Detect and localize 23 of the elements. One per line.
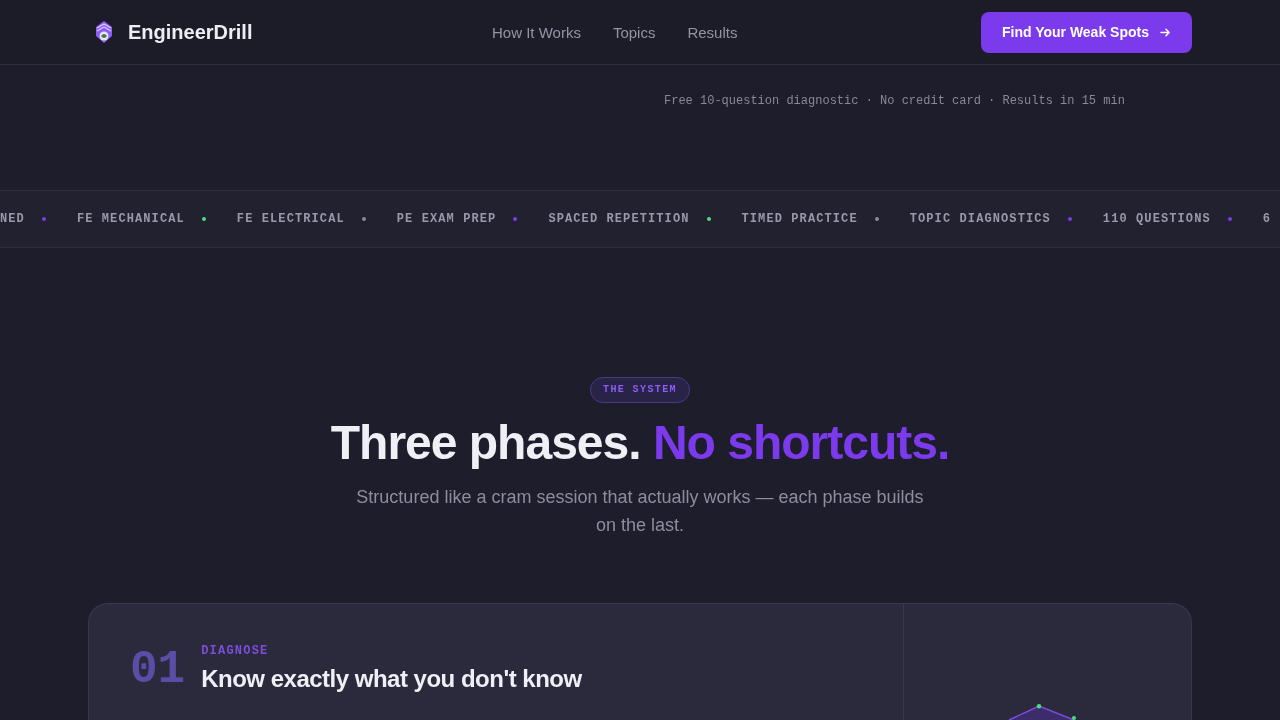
- nav-link[interactable]: How It Works: [492, 23, 581, 41]
- nav-link[interactable]: Results: [687, 23, 738, 41]
- ticker-label: 110 QUESTIONS: [1102, 212, 1211, 226]
- ticker-label: PE EXAM PREP: [396, 212, 497, 226]
- ticker-label: NED: [0, 212, 25, 226]
- ticker-label: FE ELECTRICAL: [236, 212, 345, 226]
- section-badge: THE SYSTEM: [590, 377, 690, 403]
- find-weak-spots-button[interactable]: Find Your Weak Spots: [980, 11, 1192, 53]
- phase-tag: DIAGNOSE: [201, 644, 269, 658]
- ticker-label: TIMED PRACTICE: [741, 212, 858, 226]
- ticker-label: 6: [1262, 212, 1272, 226]
- ticker-label: TOPIC DIAGNOSTICS: [909, 212, 1051, 226]
- emblem-icon: [95, 21, 113, 43]
- brand-name[interactable]: EngineerDrill: [128, 20, 253, 44]
- section-subtitle: Structured like a cram session that actually works — each phase builds on the last.: [355, 486, 925, 537]
- section-heading: Three phases. No shortcuts.: [330, 415, 950, 471]
- phase-number: 01: [130, 645, 186, 695]
- ticker-label: FE MECHANICAL: [76, 212, 185, 226]
- hero-note: Free 10-question diagnostic · No credit card · Results in 15 min: [664, 93, 1125, 109]
- arrow-right-icon: [1160, 26, 1171, 38]
- ticker-label: SPACED REPETITION: [548, 212, 690, 226]
- phase-title: Know exactly what you don't know: [201, 664, 582, 694]
- nav-link[interactable]: Topics: [612, 23, 656, 41]
